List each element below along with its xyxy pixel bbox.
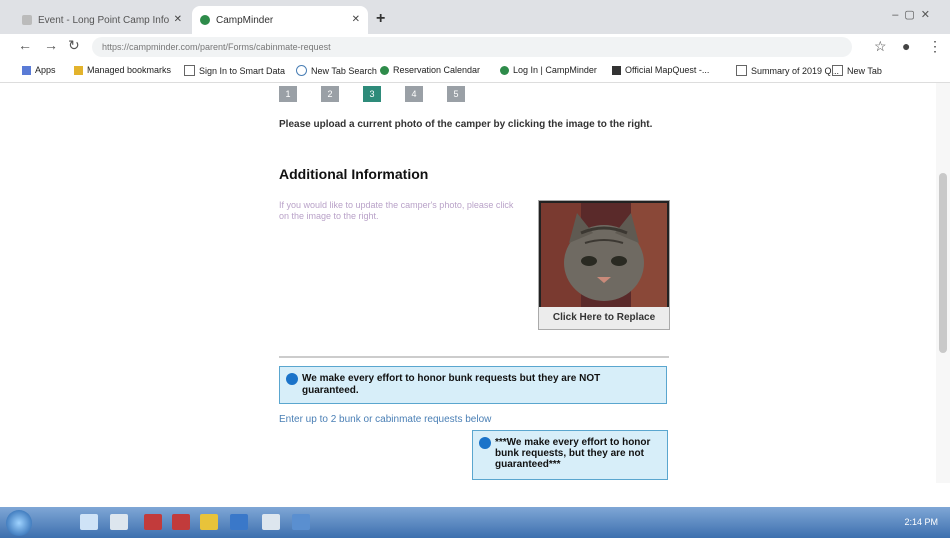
app-icon[interactable]: [292, 514, 310, 530]
bookmark-summary[interactable]: Summary of 2019 Q...: [736, 65, 839, 76]
page-icon: [832, 65, 843, 76]
bookmark-smart-data[interactable]: Sign In to Smart Data: [184, 65, 285, 76]
bunk-request-label: Enter up to 2 bunk or cabinmate requests…: [279, 414, 492, 425]
photo-step[interactable]: 1: [279, 86, 297, 102]
explorer-icon[interactable]: [80, 514, 98, 530]
folder-icon: [74, 65, 83, 75]
forward-icon[interactable]: →: [44, 37, 58, 53]
app-icon[interactable]: [230, 514, 248, 530]
app-icon[interactable]: [172, 514, 190, 530]
divider: [279, 356, 669, 358]
start-button[interactable]: [6, 510, 32, 536]
page-icon: [184, 65, 195, 76]
close-icon[interactable]: ✕: [174, 14, 182, 25]
map-icon: [612, 65, 621, 75]
info-icon: [479, 437, 491, 449]
chrome-icon[interactable]: [200, 514, 218, 530]
close-icon[interactable]: ✕: [352, 14, 360, 25]
bookmark-reservation-calendar[interactable]: Reservation Calendar: [380, 65, 480, 75]
apps-icon: [22, 65, 31, 75]
tab-event-info[interactable]: Event - Long Point Camp Info ✕: [14, 6, 190, 34]
photo-step[interactable]: 4: [405, 86, 423, 102]
camper-photo: [541, 203, 667, 307]
replace-photo-label[interactable]: Click Here to Replace: [539, 307, 669, 329]
tab-label: Event - Long Point Camp Info: [38, 14, 170, 26]
tab-strip: Event - Long Point Camp Info ✕ CampMinde…: [0, 0, 950, 34]
notice-text: We make every effort to honor bunk reque…: [302, 373, 601, 396]
bookmark-managed[interactable]: Managed bookmarks: [74, 65, 171, 75]
bunk-notice: We make every effort to honor bunk reque…: [279, 366, 667, 404]
os-taskbar: 2:14 PM: [0, 507, 950, 538]
bookmark-mapquest[interactable]: Official MapQuest -...: [612, 65, 709, 75]
upload-instructions: Please upload a current photo of the cam…: [279, 119, 653, 130]
notice-text: ***We make every effort to honor bunk re…: [495, 437, 651, 470]
bookmark-apps[interactable]: Apps: [22, 65, 56, 75]
star-icon[interactable]: ☆: [874, 38, 887, 55]
photo-step[interactable]: 5: [447, 86, 465, 102]
address-bar[interactable]: https://campminder.com/parent/Forms/cabi…: [92, 37, 852, 57]
scrollbar-thumb[interactable]: [939, 173, 947, 353]
bookmark-new-tab[interactable]: New Tab: [832, 65, 882, 76]
photo-step[interactable]: 2: [321, 86, 339, 102]
bunk-notice-secondary: ***We make every effort to honor bunk re…: [472, 430, 668, 480]
taskbar-clock[interactable]: 2:14 PM: [904, 517, 938, 527]
info-icon: [286, 373, 298, 385]
reload-icon[interactable]: ↻: [68, 37, 80, 54]
app-icon[interactable]: [110, 514, 128, 530]
search-icon: [296, 65, 307, 76]
tab-label: CampMinder: [216, 14, 274, 26]
section-title: Additional Information: [279, 166, 429, 182]
campminder-icon: [380, 65, 389, 75]
camper-photo-button[interactable]: Click Here to Replace: [538, 200, 670, 330]
campminder-icon: [500, 65, 509, 75]
window-controls[interactable]: –▢✕: [892, 8, 936, 21]
new-tab-button[interactable]: +: [376, 10, 385, 28]
tab-campminder[interactable]: CampMinder ✕: [192, 6, 368, 34]
browser-toolbar: ← → ↻ https://campminder.com/parent/Form…: [0, 34, 950, 60]
campminder-icon: [200, 15, 210, 25]
bookmarks-bar: Apps Managed bookmarks Sign In to Smart …: [0, 60, 950, 83]
page-icon: [736, 65, 747, 76]
menu-icon[interactable]: ⋮: [928, 38, 942, 55]
bookmark-new-tab-search[interactable]: New Tab Search: [296, 65, 377, 76]
back-icon[interactable]: ←: [18, 37, 32, 53]
photo-step-list: 1 2 3 4 5: [279, 86, 465, 102]
photo-instructions: If you would like to update the camper's…: [279, 200, 514, 221]
app-icon[interactable]: [262, 514, 280, 530]
profile-icon[interactable]: ●: [902, 38, 910, 54]
bookmark-campminder-login[interactable]: Log In | CampMinder: [500, 65, 597, 75]
photo-step-active[interactable]: 3: [363, 86, 381, 102]
page-icon: [22, 15, 32, 25]
app-icon[interactable]: [144, 514, 162, 530]
